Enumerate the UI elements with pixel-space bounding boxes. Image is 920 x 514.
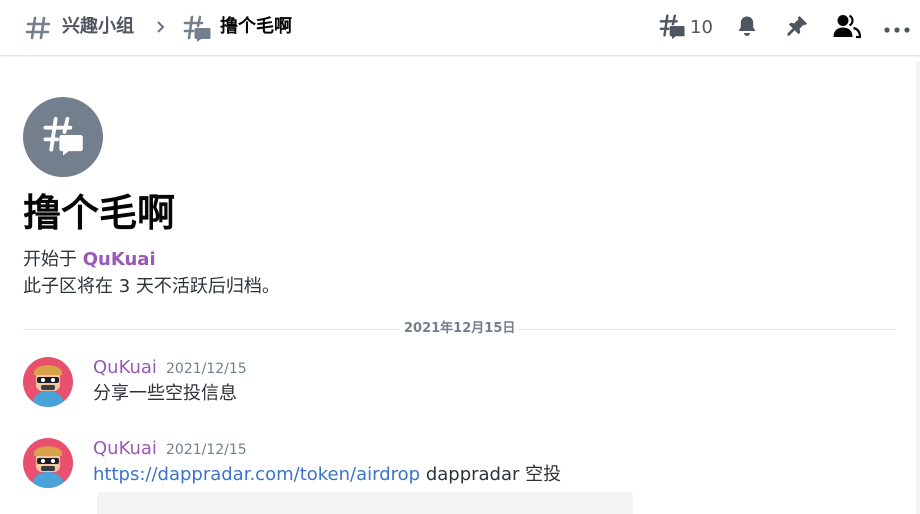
member-list-button[interactable]: [832, 13, 862, 43]
breadcrumb-parent-channel[interactable]: 兴趣小组: [62, 15, 134, 39]
started-by-prefix: 开始于: [23, 249, 77, 270]
channel-header: 兴趣小组 撸个毛啊 10: [0, 0, 920, 56]
more-icon: [884, 19, 910, 38]
thread-count: 10: [690, 17, 713, 38]
notification-settings-button[interactable]: [732, 13, 762, 43]
message-content: https://dappradar.com/token/airdrop dapp…: [93, 463, 561, 487]
thread-icon: [182, 13, 212, 43]
date-divider-label: 2021年12月15日: [400, 320, 520, 338]
starter-username[interactable]: QuKuai: [83, 249, 156, 270]
channel-hash-icon[interactable]: [24, 14, 52, 42]
pin-icon: [785, 14, 809, 42]
thread-title: 撸个毛啊: [23, 191, 176, 235]
chevron-right-icon: [153, 13, 169, 41]
breadcrumb-current-thread: 撸个毛啊: [220, 16, 292, 37]
threads-button[interactable]: 10: [658, 13, 718, 43]
message-author[interactable]: QuKuai: [93, 357, 157, 379]
pinned-messages-button[interactable]: [782, 13, 812, 43]
members-icon: [833, 13, 862, 43]
message-text: dappradar 空投: [425, 464, 562, 485]
avatar[interactable]: [23, 357, 73, 407]
thread-started-by: 开始于 QuKuai: [23, 249, 156, 271]
threads-icon: [658, 12, 686, 44]
avatar[interactable]: [23, 438, 73, 488]
more-options-button[interactable]: [882, 13, 912, 43]
thread-avatar: [23, 97, 103, 177]
thread-icon: [41, 113, 85, 161]
bell-icon: [735, 14, 759, 42]
message-timestamp: 2021/12/15: [166, 361, 247, 377]
message-content: 分享一些空投信息: [93, 383, 237, 404]
scrollbar-track[interactable]: [916, 62, 920, 514]
message-link[interactable]: https://dappradar.com/token/airdrop: [93, 464, 420, 485]
message-timestamp: 2021/12/15: [166, 442, 247, 458]
message-author[interactable]: QuKuai: [93, 438, 157, 460]
archive-notice: 此子区将在 3 天不活跃后归档。: [23, 276, 280, 297]
link-embed[interactable]: [97, 492, 633, 514]
